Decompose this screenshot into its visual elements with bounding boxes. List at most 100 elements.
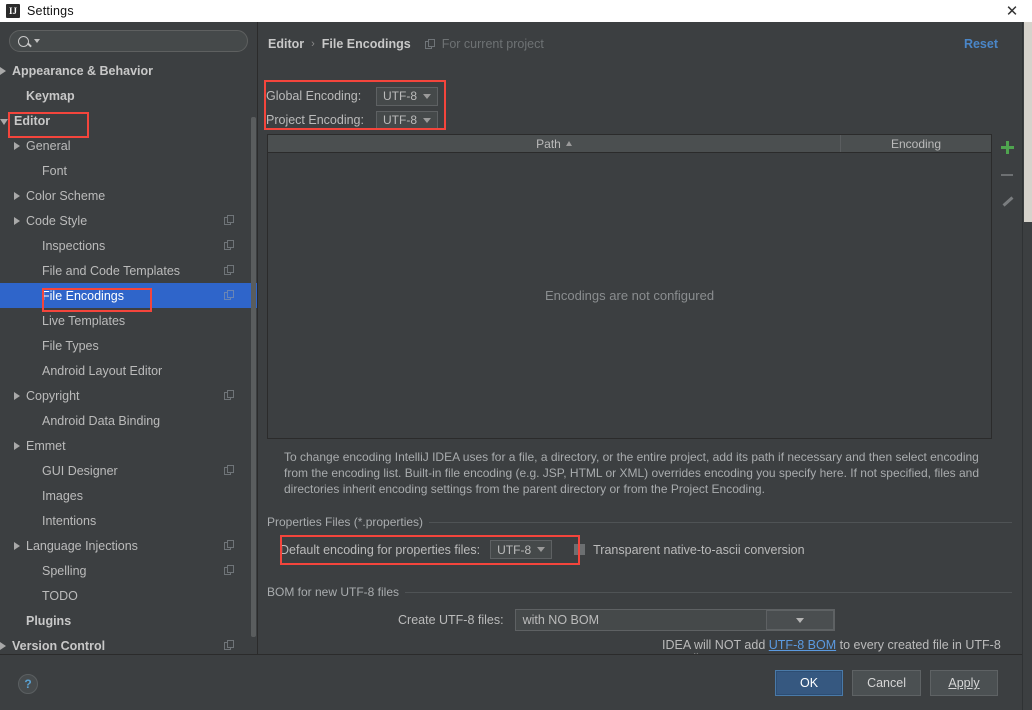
sidebar-item-appearance-behavior[interactable]: Appearance & Behavior — [0, 58, 257, 83]
sidebar-item-images[interactable]: Images — [0, 483, 257, 508]
project-encoding-row: Project Encoding: UTF-8 — [266, 108, 438, 132]
global-encoding-label: Global Encoding: — [266, 89, 362, 103]
sidebar-item-label: Android Data Binding — [42, 413, 161, 428]
outer-scrollbar[interactable] — [1022, 22, 1032, 710]
sidebar-item-label: File Types — [42, 338, 99, 353]
sidebar-item-label: Code Style — [26, 213, 88, 228]
remove-encoding-button[interactable] — [994, 161, 1020, 188]
sidebar-item-code-style[interactable]: Code Style — [0, 208, 257, 233]
column-header-encoding[interactable]: Encoding — [841, 135, 991, 152]
global-encoding-select[interactable]: UTF-8 — [376, 86, 438, 106]
sidebar-item-font[interactable]: Font — [0, 158, 257, 183]
intellij-idea-icon: IJ — [6, 4, 20, 18]
sidebar-item-android-data-binding[interactable]: Android Data Binding — [0, 408, 257, 433]
sidebar-item-emmet[interactable]: Emmet — [0, 433, 257, 458]
settings-sidebar: Appearance & Behavior Keymap Editor General… — [0, 22, 258, 654]
chevron-right-icon[interactable] — [0, 66, 6, 75]
sidebar-item-color-scheme[interactable]: Color Scheme — [0, 183, 257, 208]
create-utf8-files-dropdown-button[interactable] — [765, 610, 834, 630]
transparent-native-to-ascii-checkbox[interactable] — [574, 544, 586, 555]
edit-encoding-button[interactable] — [994, 188, 1020, 215]
chevron-down-icon[interactable] — [34, 39, 40, 43]
create-utf8-files-select[interactable]: with NO BOM — [514, 609, 835, 631]
chevron-right-icon[interactable] — [14, 391, 20, 400]
project-scope-icon — [224, 640, 235, 651]
project-scope-icon — [224, 465, 235, 476]
help-button[interactable]: ? — [18, 674, 38, 694]
sidebar-item-todo[interactable]: TODO — [0, 583, 257, 608]
table-empty-message: Encodings are not configured — [544, 288, 715, 303]
project-encoding-value: UTF-8 — [383, 113, 417, 127]
chevron-right-icon[interactable] — [0, 641, 6, 650]
settings-main-panel: Editor › File Encodings For current proj… — [258, 22, 1022, 654]
sidebar-item-version-control[interactable]: Version Control — [0, 633, 257, 654]
encoding-rows: Global Encoding: UTF-8 Project Encoding:… — [266, 84, 438, 132]
column-header-path[interactable]: Path — [268, 135, 841, 152]
bom-group-title: BOM for new UTF-8 files — [267, 585, 406, 599]
chevron-down-icon — [423, 117, 431, 123]
add-encoding-button[interactable] — [994, 134, 1020, 161]
cancel-button[interactable]: Cancel — [852, 670, 921, 696]
sidebar-item-android-layout-editor[interactable]: Android Layout Editor — [0, 358, 257, 383]
sidebar-item-language-injections[interactable]: Language Injections — [0, 533, 257, 558]
sidebar-item-label: Emmet — [26, 438, 66, 453]
sidebar-item-label: Editor — [14, 113, 51, 128]
chevron-down-icon[interactable] — [0, 118, 8, 125]
global-encoding-row: Global Encoding: UTF-8 — [266, 84, 438, 108]
ok-button[interactable]: OK — [775, 670, 844, 696]
sidebar-item-file-types[interactable]: File Types — [0, 333, 257, 358]
chevron-right-icon[interactable] — [14, 191, 20, 200]
outer-scrollbar-thumb[interactable] — [1024, 22, 1032, 222]
properties-group-divider — [408, 522, 1012, 523]
project-scope-icon — [224, 540, 235, 551]
encodings-help-text: To change encoding IntelliJ IDEA uses fo… — [284, 450, 980, 496]
breadcrumb-parent[interactable]: Editor — [268, 37, 304, 51]
properties-group-title: Properties Files (*.properties) — [267, 515, 430, 529]
properties-default-encoding-select[interactable]: UTF-8 — [490, 540, 553, 559]
sidebar-item-spelling[interactable]: Spelling — [0, 558, 257, 583]
close-icon[interactable]: ✕ — [1000, 0, 1024, 22]
project-scope-note: For current project — [441, 37, 544, 51]
sidebar-item-label: Font — [42, 163, 68, 178]
sort-asc-icon — [565, 141, 572, 146]
settings-dialog: IJ Settings ✕ Appearance & Behavior Keyma… — [0, 0, 1032, 710]
apply-button[interactable]: Apply — [930, 670, 998, 696]
project-scope-icon — [224, 390, 235, 401]
sidebar-item-gui-designer[interactable]: GUI Designer — [0, 458, 257, 483]
sidebar-item-label: Appearance & Behavior — [12, 63, 154, 78]
sidebar-scrollbar[interactable] — [251, 117, 256, 637]
sidebar-item-label: Intentions — [42, 513, 97, 528]
sidebar-item-label: Color Scheme — [26, 188, 106, 203]
sidebar-item-label: General — [26, 138, 71, 153]
sidebar-item-editor[interactable]: Editor — [0, 108, 257, 133]
search-input[interactable] — [46, 34, 239, 48]
edit-icon — [1001, 196, 1013, 208]
sidebar-item-general[interactable]: General — [0, 133, 257, 158]
chevron-right-icon[interactable] — [14, 541, 20, 550]
properties-default-encoding-value: UTF-8 — [497, 542, 532, 557]
utf8-bom-link[interactable]: UTF-8 BOM — [769, 638, 836, 652]
sidebar-item-keymap[interactable]: Keymap — [0, 83, 257, 108]
sidebar-item-copyright[interactable]: Copyright — [0, 383, 257, 408]
chevron-right-icon[interactable] — [14, 441, 20, 450]
sidebar-item-file-and-code-templates[interactable]: File and Code Templates — [0, 258, 257, 283]
search-box[interactable] — [9, 30, 248, 52]
sidebar-item-label: Inspections — [42, 238, 106, 253]
sidebar-item-file-encodings[interactable]: File Encodings — [0, 283, 257, 308]
column-header-encoding-label: Encoding — [890, 136, 942, 151]
sidebar-item-plugins[interactable]: Plugins — [0, 608, 257, 633]
sidebar-item-label: Plugins — [26, 613, 72, 628]
sidebar-item-live-templates[interactable]: Live Templates — [0, 308, 257, 333]
sidebar-item-label: Android Layout Editor — [42, 363, 163, 378]
encodings-table: Path Encoding Encodings are not configur… — [267, 134, 992, 439]
chevron-right-icon[interactable] — [14, 216, 20, 225]
sidebar-item-inspections[interactable]: Inspections — [0, 233, 257, 258]
sidebar-item-label: Images — [42, 488, 83, 503]
settings-tree: Appearance & Behavior Keymap Editor General… — [0, 58, 257, 654]
chevron-right-icon[interactable] — [14, 141, 20, 150]
breadcrumb-current: File Encodings — [321, 37, 411, 51]
project-encoding-select[interactable]: UTF-8 — [376, 110, 438, 130]
sidebar-item-intentions[interactable]: Intentions — [0, 508, 257, 533]
dialog-footer: ? OK Cancel Apply — [0, 654, 1022, 710]
reset-link[interactable]: Reset — [964, 37, 998, 51]
